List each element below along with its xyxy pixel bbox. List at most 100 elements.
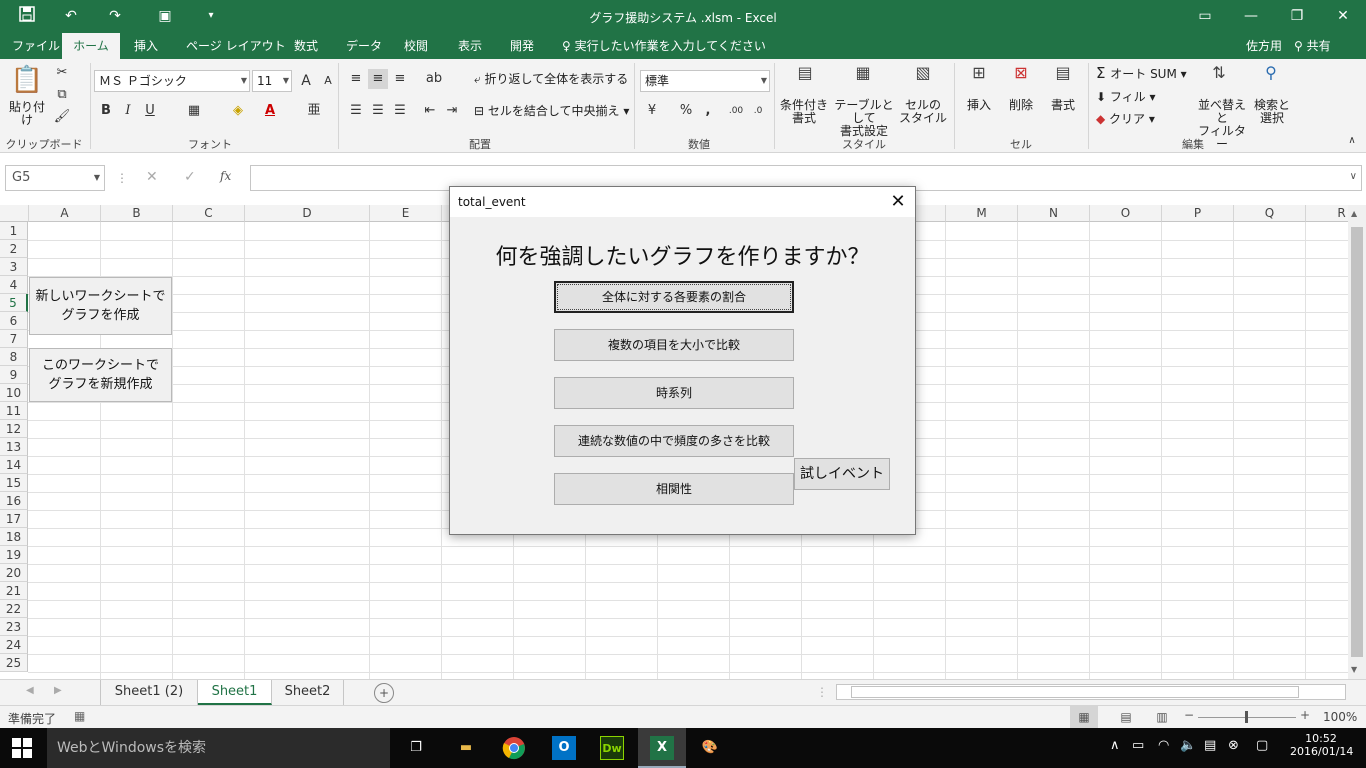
taskbar-search[interactable]: WebとWindowsを検索 xyxy=(47,728,390,768)
tab-insert[interactable]: 挿入 xyxy=(124,33,168,59)
normal-view-icon[interactable]: ▦ xyxy=(1070,706,1098,728)
row-header[interactable]: 14 xyxy=(0,456,28,474)
fill-color-icon[interactable]: ◈ xyxy=(228,101,248,121)
paste-icon[interactable]: 📋 xyxy=(10,65,44,99)
align-left-icon[interactable]: ☰ xyxy=(346,101,366,121)
delete-cells-button[interactable]: 削除 xyxy=(1004,99,1038,112)
volume-icon[interactable]: 🔈 xyxy=(1180,738,1196,753)
tab-view[interactable]: 表示 xyxy=(448,33,492,59)
tab-file[interactable]: ファイル xyxy=(2,33,70,59)
copy-icon[interactable]: ⧉ xyxy=(52,85,72,105)
row-header[interactable]: 21 xyxy=(0,582,28,600)
share-button[interactable]: ⚲ 共有 xyxy=(1294,33,1331,59)
row-header[interactable]: 16 xyxy=(0,492,28,510)
zoom-level[interactable]: 100% xyxy=(1323,710,1357,724)
row-header[interactable]: 9 xyxy=(0,366,28,384)
decrease-indent-icon[interactable]: ⇤ xyxy=(420,101,440,121)
row-header[interactable]: 12 xyxy=(0,420,28,438)
column-header[interactable]: M xyxy=(946,205,1018,222)
minimize-button[interactable]: — xyxy=(1228,0,1274,32)
row-header[interactable]: 6 xyxy=(0,312,28,330)
column-header[interactable]: Q xyxy=(1234,205,1306,222)
tab-developer[interactable]: 開発 xyxy=(500,33,544,59)
row-header[interactable]: 11 xyxy=(0,402,28,420)
align-top-icon[interactable]: ≡ xyxy=(346,69,366,89)
increase-decimal-icon[interactable]: .00 xyxy=(726,101,746,121)
cut-icon[interactable]: ✂ xyxy=(52,63,72,83)
cancel-icon[interactable]: ✕ xyxy=(146,169,158,185)
page-break-view-icon[interactable]: ▥ xyxy=(1150,706,1174,728)
this-sheet-chart-button[interactable]: このワークシートで グラフを新規作成 xyxy=(29,348,172,402)
fill-button[interactable]: ⬇ フィル ▾ xyxy=(1096,91,1155,104)
tab-page-layout[interactable]: ページ レイアウト xyxy=(176,33,296,59)
row-header[interactable]: 4 xyxy=(0,276,28,294)
grow-font-icon[interactable]: A xyxy=(296,71,316,91)
hscroll-thumb[interactable] xyxy=(851,686,1299,698)
ribbon-display-icon[interactable]: ▭ xyxy=(1182,0,1228,32)
ime-icon[interactable]: ▤ xyxy=(1204,738,1216,753)
dialog-close-icon[interactable]: ✕ xyxy=(887,187,909,217)
cell-styles-button[interactable]: セルの スタイル xyxy=(898,99,948,125)
column-header[interactable]: D xyxy=(245,205,370,222)
correlation-button[interactable]: 相関性 xyxy=(554,473,794,505)
format-cells-button[interactable]: 書式 xyxy=(1046,99,1080,112)
proportion-button[interactable]: 全体に対する各要素の割合 xyxy=(554,281,794,313)
macro-record-icon[interactable]: ▦ xyxy=(74,709,85,723)
phonetic-icon[interactable]: 亜 xyxy=(304,101,324,121)
row-header[interactable]: 24 xyxy=(0,636,28,654)
scroll-up-icon[interactable]: ▲ xyxy=(1351,209,1357,218)
enter-icon[interactable]: ✓ xyxy=(184,169,196,185)
notifications-icon[interactable]: ▢ xyxy=(1256,738,1268,753)
vertical-scrollbar[interactable]: ▲ ▼ xyxy=(1348,205,1366,679)
row-header[interactable]: 7 xyxy=(0,330,28,348)
align-right-icon[interactable]: ☰ xyxy=(390,101,410,121)
zoom-out-icon[interactable]: − xyxy=(1184,708,1194,722)
row-header[interactable]: 22 xyxy=(0,600,28,618)
align-center-icon[interactable]: ☰ xyxy=(368,101,388,121)
compare-size-button[interactable]: 複数の項目を大小で比較 xyxy=(554,329,794,361)
zoom-in-icon[interactable]: + xyxy=(1300,708,1310,722)
maximize-button[interactable]: ❐ xyxy=(1274,0,1320,32)
shrink-font-icon[interactable]: A xyxy=(318,71,338,91)
page-layout-view-icon[interactable]: ▤ xyxy=(1114,706,1138,728)
column-header[interactable]: N xyxy=(1018,205,1090,222)
row-header[interactable]: 19 xyxy=(0,546,28,564)
wrap-text-button[interactable]: ⤶ 折り返して全体を表示する xyxy=(474,73,628,86)
user-name[interactable]: 佐方用 xyxy=(1246,33,1282,59)
column-header[interactable]: B xyxy=(101,205,173,222)
select-all-corner[interactable] xyxy=(0,205,29,222)
row-header[interactable]: 13 xyxy=(0,438,28,456)
column-header[interactable]: A xyxy=(29,205,101,222)
font-color-icon[interactable]: A xyxy=(260,101,280,121)
number-format-combo[interactable]: 標準 ▼ xyxy=(640,70,770,92)
frequency-button[interactable]: 連続な数値の中で頻度の多さを比較 xyxy=(554,425,794,457)
clock[interactable]: 10:52 2016/01/14 xyxy=(1290,732,1353,758)
outlook-icon[interactable]: O xyxy=(552,736,576,760)
row-header[interactable]: 23 xyxy=(0,618,28,636)
prev-sheet-icon[interactable]: ◀ xyxy=(26,685,34,696)
currency-icon[interactable]: ¥ xyxy=(642,101,662,121)
row-header[interactable]: 17 xyxy=(0,510,28,528)
sheet-tab-active[interactable]: Sheet1 xyxy=(198,680,272,705)
collapse-ribbon-icon[interactable]: ∧ xyxy=(1342,131,1362,151)
time-series-button[interactable]: 時系列 xyxy=(554,377,794,409)
format-painter-icon[interactable]: 🖌 xyxy=(52,107,72,127)
column-header[interactable]: O xyxy=(1090,205,1162,222)
trial-event-button[interactable]: 試しイベント xyxy=(794,458,890,490)
paint-icon[interactable]: 🎨 xyxy=(698,736,722,760)
row-header[interactable]: 20 xyxy=(0,564,28,582)
sheet-tab[interactable]: Sheet2 xyxy=(272,680,344,705)
increase-indent-icon[interactable]: ⇥ xyxy=(442,101,462,121)
italic-button[interactable]: I xyxy=(118,101,138,121)
tell-me-box[interactable]: ♀ 実行したい作業を入力してください xyxy=(562,33,766,59)
row-header[interactable]: 8 xyxy=(0,348,28,366)
comma-button[interactable]: , xyxy=(698,101,718,121)
row-header[interactable]: 3 xyxy=(0,258,28,276)
autosum-button[interactable]: Σ オート SUM ▾ xyxy=(1096,66,1187,81)
underline-button[interactable]: U xyxy=(140,101,160,121)
decrease-decimal-icon[interactable]: .0 xyxy=(748,101,768,121)
tab-data[interactable]: データ xyxy=(336,33,392,59)
row-header[interactable]: 5 xyxy=(0,294,28,312)
font-name-combo[interactable]: ＭＳ Ｐゴシック ▼ xyxy=(94,70,250,92)
expand-formula-icon[interactable]: ∨ xyxy=(1350,171,1357,182)
